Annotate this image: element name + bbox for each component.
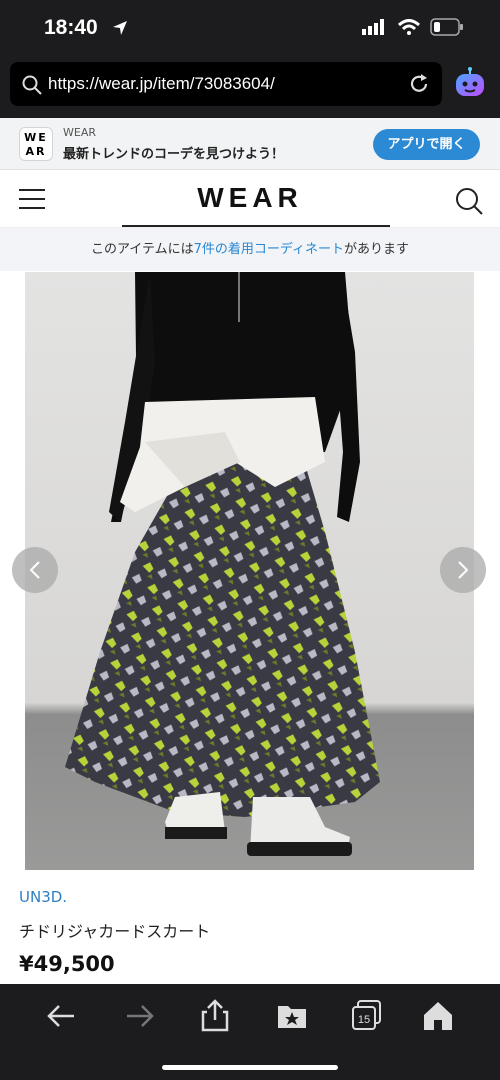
tabs-icon[interactable]: 15 [349,998,385,1034]
coordinate-notice: このアイテムには7件の着用コーディネートがあります [0,228,500,271]
reload-icon[interactable] [408,73,430,95]
forward-icon[interactable] [121,998,157,1034]
signal-icon [362,19,384,35]
app-logo-top: WE [24,131,48,144]
web-page: WE AR WEAR 最新トレンドのコーデを見つけよう！ アプリで開く WEAR… [0,118,500,984]
chevron-left-icon [29,561,40,579]
product-price: ¥49,500 [19,952,115,976]
site-header: WEAR [0,170,500,228]
app-logo: WE AR [19,127,53,161]
search-icon [22,75,42,95]
home-icon[interactable] [420,998,456,1034]
home-indicator [162,1065,338,1070]
carousel-prev-button[interactable] [12,547,58,593]
tab-count: 15 [358,1014,370,1026]
open-in-app-button[interactable]: アプリで開く [373,129,480,160]
app-name: WEAR [63,126,96,139]
wifi-icon [398,19,420,35]
status-bar: 18:40 [0,0,500,58]
coordinate-notice-prefix: このアイテムには [90,242,194,257]
battery-icon [430,18,463,36]
status-icons [362,18,464,36]
share-icon[interactable] [197,998,233,1034]
app-banner: WE AR WEAR 最新トレンドのコーデを見つけよう！ アプリで開く [0,118,500,170]
app-logo-bottom: AR [25,145,47,158]
location-arrow-icon [113,21,127,35]
product-photo [25,272,474,870]
product-brand[interactable]: UN3D. [19,888,67,906]
back-icon[interactable] [44,998,80,1034]
bookmarks-icon[interactable] [274,998,310,1034]
address-bar[interactable]: https://wear.jp/item/73083604/ [10,62,442,106]
coordinate-link[interactable]: 7件の着用コーディネート [194,242,344,257]
coordinate-notice-suffix: があります [344,242,410,257]
header-underline [122,225,390,227]
chevron-right-icon [458,561,469,579]
url-text: https://wear.jp/item/73083604/ [48,74,275,93]
extension-bot-icon[interactable] [452,65,488,101]
carousel-next-button[interactable] [440,547,486,593]
status-time: 18:40 [44,16,98,39]
app-tagline: 最新トレンドのコーデを見つけよう！ [63,147,285,162]
product-title: チドリジャカードスカート [19,922,211,941]
site-search-icon[interactable] [455,187,483,215]
site-logo[interactable]: WEAR [0,182,500,214]
product-image[interactable] [25,272,474,870]
